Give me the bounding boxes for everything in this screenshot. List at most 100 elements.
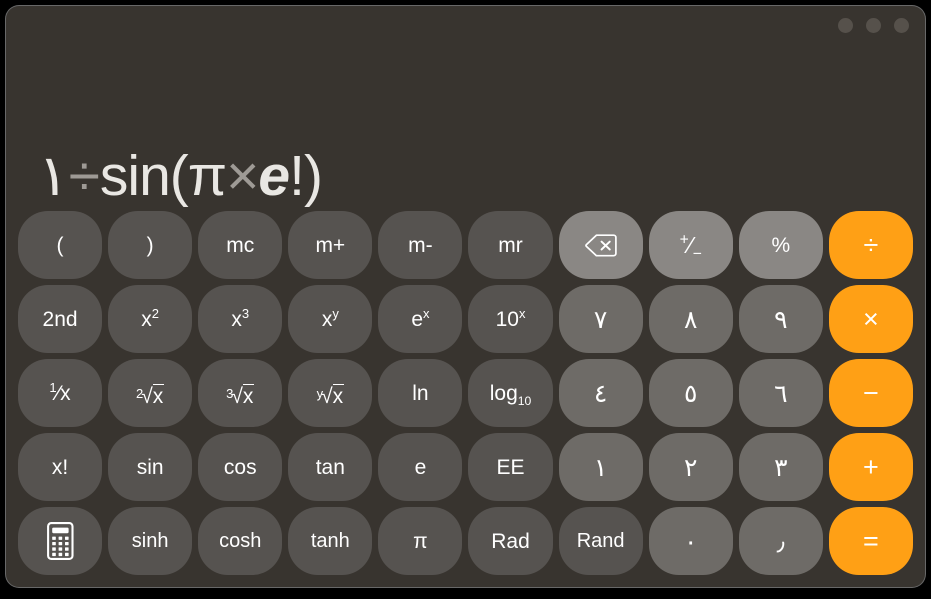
- display-token: ): [303, 144, 323, 208]
- key-label: 10x: [495, 305, 526, 331]
- key-hyperbolic-cosine[interactable]: cosh: [198, 507, 283, 575]
- display-token: ١: [38, 144, 70, 208]
- keypad-row-3: 1⁄x 2 √x 3 √x y √x ln log10 ٤ ٥ ٦ −: [18, 359, 913, 427]
- key-label: ٧: [593, 304, 608, 334]
- key-cube-root[interactable]: 3 √x: [198, 359, 283, 427]
- key-second-function[interactable]: 2nd: [18, 285, 103, 353]
- key-ten-to-the-x[interactable]: 10x: [468, 285, 553, 353]
- key-sine[interactable]: sin: [108, 433, 193, 501]
- key-label: =: [863, 525, 879, 556]
- key-decimal-point[interactable]: ٫: [738, 507, 823, 575]
- key-natural-log[interactable]: ln: [378, 359, 463, 427]
- key-delete[interactable]: [558, 211, 643, 279]
- key-label: ex: [411, 305, 430, 331]
- key-label: mc: [226, 233, 255, 257]
- key-e-to-the-x[interactable]: ex: [378, 285, 463, 353]
- key-digit-five[interactable]: ٥: [648, 359, 733, 427]
- key-digit-seven[interactable]: ٧: [558, 285, 643, 353]
- key-square-root[interactable]: 2 √x: [108, 359, 193, 427]
- key-y-root[interactable]: y √x: [288, 359, 373, 427]
- key-label: cos: [223, 455, 257, 479]
- window-titlebar[interactable]: [6, 6, 925, 46]
- close-button[interactable]: [838, 18, 853, 33]
- key-digit-one[interactable]: ١: [558, 433, 643, 501]
- key-digit-zero[interactable]: ٠: [648, 507, 733, 575]
- key-label: e: [414, 455, 427, 479]
- key-multiply[interactable]: ×: [828, 285, 913, 353]
- calculator-keypad: () mc m+ m-mr +⁄−% ÷ 2nd x2 x3 xy ex 10x ٧ ٨ ٩ × 1⁄x 2 √x 3…: [6, 211, 925, 587]
- key-add[interactable]: +: [828, 433, 913, 501]
- key-digit-nine[interactable]: ٩: [738, 285, 823, 353]
- key-pi[interactable]: π: [378, 507, 463, 575]
- key-x-cubed[interactable]: x3: [198, 285, 283, 353]
- backspace-icon: [584, 233, 618, 258]
- keypad-row-5: sinh cosh tanh π Rad Rand ٠ ٫ =: [18, 507, 913, 575]
- key-digit-four[interactable]: ٤: [558, 359, 643, 427]
- keypad-row-1: () mc m+ m-mr +⁄−% ÷: [18, 211, 913, 279]
- key-label: (: [56, 233, 64, 257]
- key-label: 2 √x: [136, 383, 165, 408]
- key-close-paren[interactable]: ): [108, 211, 193, 279]
- key-reciprocal[interactable]: 1⁄x: [18, 359, 103, 427]
- key-tangent[interactable]: tan: [288, 433, 373, 501]
- key-digit-eight[interactable]: ٨: [648, 285, 733, 353]
- key-radians-toggle[interactable]: Rad: [468, 507, 553, 575]
- key-cosine[interactable]: cos: [198, 433, 283, 501]
- key-label: tanh: [310, 530, 350, 552]
- key-digit-six[interactable]: ٦: [738, 359, 823, 427]
- key-label: Rand: [576, 530, 625, 552]
- key-label: sin: [136, 455, 164, 479]
- key-label: sinh: [131, 530, 169, 552]
- key-memory-clear[interactable]: mc: [198, 211, 283, 279]
- key-subtract[interactable]: −: [828, 359, 913, 427]
- key-label: ١: [593, 452, 608, 482]
- key-digit-three[interactable]: ٣: [738, 433, 823, 501]
- key-divide[interactable]: ÷: [828, 211, 913, 279]
- key-log-base-ten[interactable]: log10: [468, 359, 553, 427]
- display-token: sin(: [99, 144, 189, 208]
- key-label: m+: [315, 233, 346, 257]
- key-factorial[interactable]: x!: [18, 433, 103, 501]
- key-label: ٢: [683, 452, 698, 482]
- key-label: +⁄−: [679, 230, 702, 263]
- key-hyperbolic-sine[interactable]: sinh: [108, 507, 193, 575]
- key-label: ٣: [774, 452, 788, 482]
- key-hyperbolic-tangent[interactable]: tanh: [288, 507, 373, 575]
- key-label: 3 √x: [226, 383, 255, 408]
- key-label: x3: [231, 305, 250, 331]
- minimize-button[interactable]: [866, 18, 881, 33]
- key-label: ×: [863, 303, 879, 334]
- key-label: +: [863, 451, 879, 482]
- key-label: tan: [315, 455, 345, 479]
- zoom-button[interactable]: [894, 18, 909, 33]
- key-label: 2nd: [42, 307, 78, 331]
- key-x-to-the-y[interactable]: xy: [288, 285, 373, 353]
- key-exponent-entry[interactable]: EE: [468, 433, 553, 501]
- display-expression: ١÷sin(π×e!): [38, 148, 323, 205]
- key-x-squared[interactable]: x2: [108, 285, 193, 353]
- window-controls: [838, 18, 909, 33]
- key-label: ٤: [593, 378, 608, 408]
- key-digit-two[interactable]: ٢: [648, 433, 733, 501]
- key-memory-subtract[interactable]: m-: [378, 211, 463, 279]
- keypad-row-4: x! sin cos tan e EE ١ ٢ ٣ +: [18, 433, 913, 501]
- key-open-paren[interactable]: (: [18, 211, 103, 279]
- key-equals[interactable]: =: [828, 507, 913, 575]
- key-label: ٨: [683, 304, 698, 334]
- key-label: xy: [321, 305, 339, 331]
- key-random[interactable]: Rand: [558, 507, 643, 575]
- key-calculator-mode[interactable]: [18, 507, 103, 575]
- key-label: x2: [141, 305, 160, 331]
- key-memory-recall[interactable]: mr: [468, 211, 553, 279]
- key-memory-add[interactable]: m+: [288, 211, 373, 279]
- key-percent[interactable]: %: [738, 211, 823, 279]
- calculator-display: ١÷sin(π×e!): [6, 46, 925, 211]
- key-sign-toggle[interactable]: +⁄−: [648, 211, 733, 279]
- keypad-row-2: 2nd x2 x3 xy ex 10x ٧ ٨ ٩ ×: [18, 285, 913, 353]
- key-label: ٩: [774, 304, 788, 334]
- calculator-app: ١÷sin(π×e!) () mc m+ m-mr +⁄−% ÷ 2nd x2 x3 xy ex 10…: [0, 0, 931, 599]
- key-label: Rad: [491, 529, 530, 553]
- calculator-icon: [46, 522, 74, 560]
- key-label: −: [863, 377, 879, 408]
- key-eulers-number[interactable]: e: [378, 433, 463, 501]
